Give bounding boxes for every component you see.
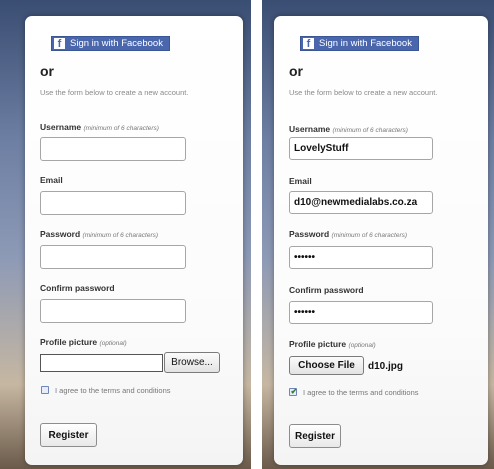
- confirm-password-input[interactable]: [289, 301, 433, 324]
- facebook-signin-button[interactable]: f Sign in with Facebook: [51, 36, 170, 51]
- register-button[interactable]: Register: [289, 424, 341, 448]
- checkmark-icon: ✔: [290, 387, 298, 396]
- profile-picture-hint: (optional): [348, 342, 376, 349]
- facebook-icon: f: [303, 38, 314, 50]
- password-input[interactable]: [40, 245, 186, 269]
- profile-picture-hint: (optional): [99, 340, 127, 347]
- email-input[interactable]: [40, 191, 186, 215]
- or-heading: or: [40, 63, 54, 79]
- terms-label: I agree to the terms and conditions: [303, 388, 419, 397]
- profile-picture-label-text: Profile picture: [40, 337, 98, 347]
- email-label: Email: [40, 175, 63, 185]
- username-input[interactable]: [40, 137, 186, 161]
- facebook-signin-button[interactable]: f Sign in with Facebook: [300, 36, 419, 51]
- username-input[interactable]: [289, 137, 433, 160]
- profile-picture-label: Profile picture (optional): [289, 339, 376, 349]
- username-label: Username (minimum of 6 characters): [40, 122, 159, 132]
- password-label: Password (minimum of 6 characters): [40, 229, 158, 239]
- facebook-signin-label: Sign in with Facebook: [70, 38, 163, 49]
- profile-picture-label-text: Profile picture: [289, 339, 347, 349]
- email-label: Email: [289, 176, 312, 186]
- username-hint: (minimum of 6 characters): [83, 125, 159, 132]
- username-hint: (minimum of 6 characters): [332, 127, 408, 134]
- username-label-text: Username: [289, 124, 331, 134]
- intro-text: Use the form below to create a new accou…: [289, 88, 438, 97]
- password-hint: (minimum of 6 characters): [82, 232, 159, 239]
- username-label: Username (minimum of 6 characters): [289, 124, 408, 134]
- signup-panel-filled: f Sign in with Facebook or Use the form …: [274, 16, 488, 465]
- selected-file-name: d10.jpg: [368, 361, 404, 372]
- facebook-signin-label: Sign in with Facebook: [319, 38, 412, 49]
- facebook-icon: f: [54, 38, 65, 50]
- email-input[interactable]: [289, 191, 433, 214]
- browse-button[interactable]: Browse...: [164, 352, 220, 373]
- or-heading: or: [289, 63, 303, 79]
- profile-picture-label: Profile picture (optional): [40, 337, 127, 347]
- choose-file-button[interactable]: Choose File: [289, 356, 364, 375]
- intro-text: Use the form below to create a new accou…: [40, 88, 189, 97]
- register-button[interactable]: Register: [40, 423, 97, 447]
- password-hint: (minimum of 6 characters): [331, 232, 408, 239]
- username-label-text: Username: [40, 122, 82, 132]
- signup-panel-empty: f Sign in with Facebook or Use the form …: [25, 16, 243, 465]
- confirm-password-input[interactable]: [40, 299, 186, 323]
- confirm-password-label: Confirm password: [40, 283, 115, 293]
- password-label-text: Password: [40, 229, 81, 239]
- password-label-text: Password: [289, 229, 330, 239]
- terms-label: I agree to the terms and conditions: [55, 386, 171, 395]
- password-label: Password (minimum of 6 characters): [289, 229, 407, 239]
- terms-checkbox[interactable]: ✔: [289, 387, 298, 396]
- file-path-field[interactable]: [40, 354, 163, 372]
- terms-checkbox[interactable]: [41, 386, 49, 394]
- confirm-password-label: Confirm password: [289, 285, 364, 295]
- password-input[interactable]: [289, 246, 433, 269]
